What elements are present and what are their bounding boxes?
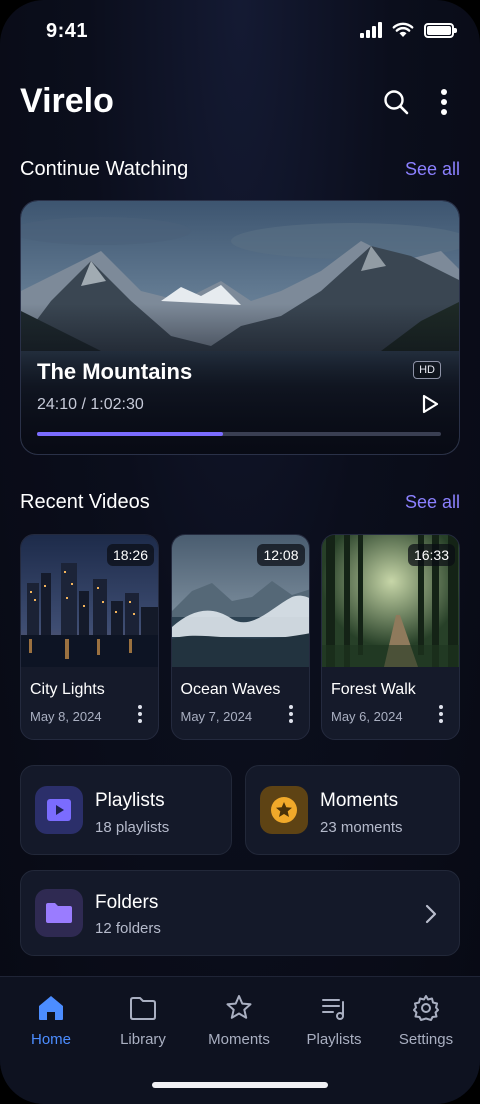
video-thumbnail: 12:08 xyxy=(171,535,309,667)
video-date: May 6, 2024 xyxy=(331,709,403,724)
app-screen: 9:41 Virelo Continue Watching See all Th… xyxy=(0,0,480,1104)
moments-count: 23 moments xyxy=(320,819,403,836)
moments-tile[interactable]: Moments 23 moments xyxy=(245,765,460,855)
watch-progress[interactable] xyxy=(37,432,441,436)
see-all-recent-link[interactable]: See all xyxy=(405,492,460,513)
folders-icon-box xyxy=(35,889,83,937)
battery-icon xyxy=(424,22,457,38)
signal-icon xyxy=(360,22,382,38)
watch-progress-fill xyxy=(37,432,223,436)
video-title: Forest Walk xyxy=(331,681,416,698)
video-thumbnail: 16:33 xyxy=(322,535,459,667)
video-card-city-lights[interactable]: 18:26 City Lights May 8, 2024 xyxy=(20,534,159,740)
playlists-icon-box xyxy=(35,786,83,834)
search-button[interactable] xyxy=(380,86,412,118)
nav-item-library[interactable]: Library xyxy=(98,991,188,1055)
video-date: May 7, 2024 xyxy=(180,709,253,724)
nav-label: Home xyxy=(30,1031,71,1048)
playlists-count: 18 playlists xyxy=(95,819,170,836)
hero-video-time: 24:10 / 1:02:30 xyxy=(37,396,144,413)
more-vertical-icon[interactable] xyxy=(435,703,447,725)
recent-videos-header: Recent Videos See all xyxy=(20,489,460,517)
see-all-continue-link[interactable]: See all xyxy=(405,159,460,180)
video-duration: 16:33 xyxy=(407,544,455,566)
folder-icon xyxy=(130,997,156,1020)
playlist-play-icon xyxy=(47,799,71,821)
nav-label: Library xyxy=(120,1031,166,1048)
section-title-recent: Recent Videos xyxy=(20,491,150,513)
home-indicator[interactable] xyxy=(152,1082,328,1088)
home-icon xyxy=(39,996,63,1020)
video-title: City Lights xyxy=(30,681,105,698)
nav-label: Settings xyxy=(398,1031,454,1048)
playlists-tile[interactable]: Playlists 18 playlists xyxy=(20,765,232,855)
moments-icon-box xyxy=(260,786,308,834)
continue-watching-card[interactable]: The Mountains 24:10 / 1:02:30 HD xyxy=(20,200,460,455)
nav-label: Playlists xyxy=(306,1031,362,1048)
play-icon[interactable] xyxy=(419,393,441,415)
status-time: 9:41 xyxy=(46,20,89,42)
hd-badge: HD xyxy=(413,361,441,379)
search-icon xyxy=(384,90,409,115)
app-header: Virelo xyxy=(20,78,460,124)
folder-icon xyxy=(46,903,72,923)
nav-item-playlists[interactable]: Playlists xyxy=(289,991,379,1055)
more-options-button[interactable] xyxy=(428,86,460,118)
star-badge-icon xyxy=(271,797,297,823)
video-thumbnail: 18:26 xyxy=(21,535,158,667)
moments-title: Moments xyxy=(320,790,399,811)
video-date: May 8, 2024 xyxy=(30,709,102,724)
video-title: Ocean Waves xyxy=(180,681,281,698)
nav-item-home[interactable]: Home xyxy=(6,991,96,1055)
hero-video-title: The Mountains xyxy=(37,359,193,384)
video-card-ocean-waves[interactable]: 12:08 Ocean Waves May 7, 2024 xyxy=(170,534,310,740)
chevron-right-icon xyxy=(425,904,437,924)
folders-count: 12 folders xyxy=(95,920,161,937)
playlists-title: Playlists xyxy=(95,790,165,811)
nav-item-settings[interactable]: Settings xyxy=(381,991,471,1055)
nav-label: Moments xyxy=(208,1031,270,1048)
status-icons xyxy=(360,22,457,38)
section-title-continue: Continue Watching xyxy=(20,158,189,180)
recent-videos-list: 18:26 City Lights May 8, 2024 12:08 Ocea… xyxy=(20,534,460,740)
continue-watching-header: Continue Watching See all xyxy=(20,156,460,184)
gear-icon xyxy=(413,995,439,1021)
more-vertical-icon[interactable] xyxy=(134,703,146,725)
nav-item-moments[interactable]: Moments xyxy=(194,991,284,1055)
video-duration: 18:26 xyxy=(106,544,154,566)
playlist-icon xyxy=(322,999,344,1020)
status-bar: 9:41 xyxy=(0,0,480,60)
wifi-icon xyxy=(392,22,414,37)
video-duration: 12:08 xyxy=(257,544,305,566)
app-title: Virelo xyxy=(20,82,114,120)
star-icon xyxy=(226,995,252,1019)
folders-title: Folders xyxy=(95,892,159,913)
folders-tile[interactable]: Folders 12 folders xyxy=(20,870,460,956)
more-vertical-icon[interactable] xyxy=(285,703,297,725)
video-card-forest-walk[interactable]: 16:33 Forest Walk May 6, 2024 xyxy=(321,534,460,740)
more-vertical-icon xyxy=(441,89,447,115)
